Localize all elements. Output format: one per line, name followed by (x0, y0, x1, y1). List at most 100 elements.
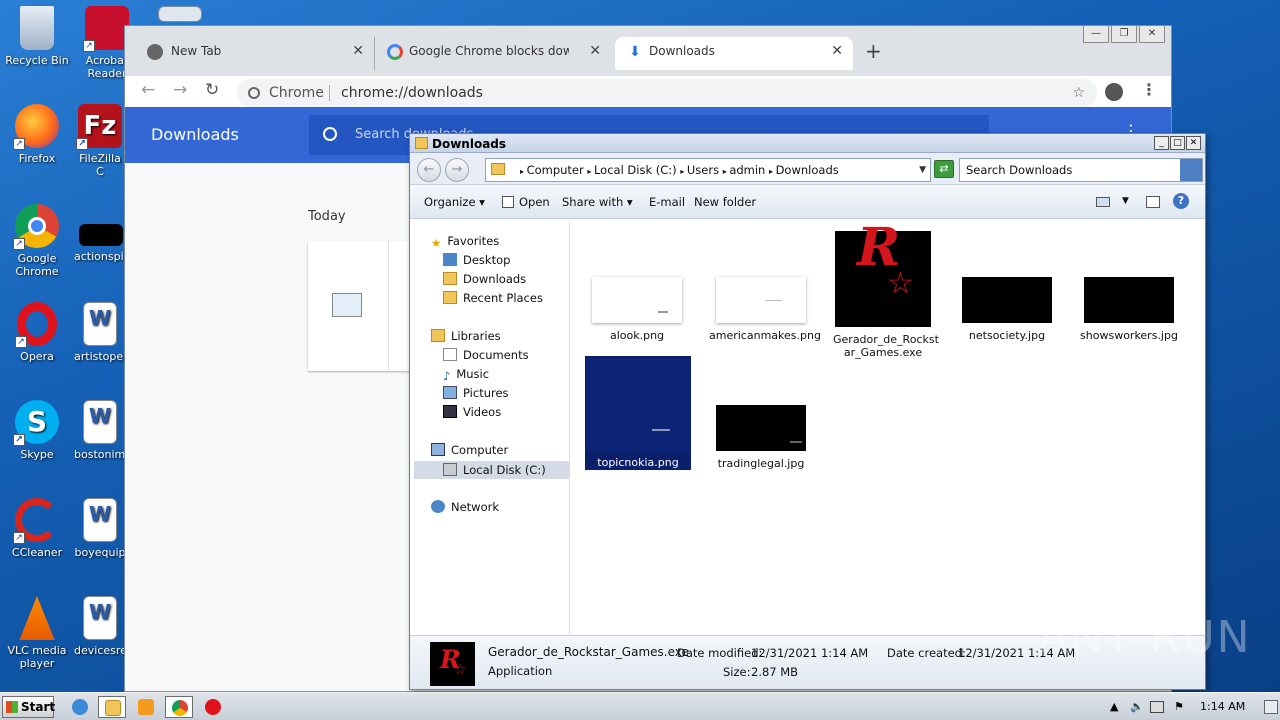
acrobat-icon: ↗ (83, 6, 129, 52)
close-tab-icon[interactable]: ✕ (352, 37, 364, 65)
vlc-icon (19, 596, 55, 640)
forward-button[interactable]: → (173, 80, 187, 100)
share-button[interactable]: Share with ▾ (562, 195, 633, 209)
minimize-button[interactable]: _ (1154, 136, 1169, 150)
search-icon[interactable] (1180, 159, 1202, 181)
nav-computer[interactable]: Computer (431, 443, 508, 457)
email-button[interactable]: E-mail (649, 195, 685, 209)
search-input[interactable]: Search Downloads (959, 158, 1203, 182)
desktop-icon-bostonimp[interactable]: W bostonimp (74, 400, 126, 461)
maximize-button[interactable]: □ (1170, 136, 1185, 150)
desktop-icon-boyequip[interactable]: W boyequip (74, 498, 126, 559)
file-item[interactable]: R ☆ Gerador_de_Rockst ar_Games.exe (833, 222, 939, 360)
libraries-icon (431, 329, 445, 342)
nav-music[interactable]: ♪ Music (443, 367, 489, 383)
desktop-icon-ccleaner[interactable]: ↗ CCleaner (0, 498, 74, 559)
skype-icon: S ↗ (13, 400, 59, 446)
nav-recent-places[interactable]: Recent Places (443, 291, 543, 305)
chrome-site-icon (248, 87, 260, 99)
downloads-folder-icon (443, 272, 457, 285)
tab-google-blocks[interactable]: Google Chrome blocks downloads - G ✕ (375, 37, 611, 70)
view-dropdown-icon[interactable]: ▼ (1122, 196, 1129, 206)
show-desktop-button[interactable] (1264, 700, 1278, 714)
file-item-selected[interactable]: topicnokia.png (585, 356, 691, 470)
desktop-icon-opera[interactable]: ↗ Opera (0, 302, 74, 363)
nav-downloads[interactable]: Downloads (443, 272, 526, 286)
omnibox[interactable]: Chrome chrome://downloads ☆ (237, 79, 1097, 107)
taskbar-media-player[interactable] (132, 696, 160, 718)
filezilla-icon: Fz ↗ (76, 104, 122, 150)
desktop-icon-skype[interactable]: S ↗ Skype (0, 400, 74, 461)
file-item[interactable]: tradinglegal.jpg (709, 405, 813, 470)
desktop-icon-vlc[interactable]: VLC media player (0, 596, 74, 670)
desktop-icon-filezilla[interactable]: Fz ↗ FileZilla C (74, 104, 126, 178)
nav-documents[interactable]: Documents (443, 348, 529, 362)
window-controls: _ □ ✕ (1154, 136, 1201, 150)
back-button[interactable]: ← (417, 158, 441, 182)
back-button[interactable]: ← (141, 80, 155, 100)
url-text: chrome://downloads (341, 85, 483, 101)
command-bar: Organize ▾ Open Share with ▾ E-mail New … (410, 185, 1205, 219)
network-icon (431, 500, 445, 513)
volume-icon[interactable]: 🔈 (1130, 700, 1144, 713)
file-item[interactable]: americanmakes.png (709, 277, 821, 342)
nav-videos[interactable]: Videos (443, 405, 501, 419)
section-heading: Today (308, 209, 346, 224)
nav-local-disk[interactable]: Local Disk (C:) (414, 461, 569, 479)
desktop-icon-actionspir[interactable]: actionspir (74, 204, 128, 263)
reload-button[interactable]: ↻ (205, 80, 219, 100)
taskbar-ie[interactable] (66, 696, 94, 718)
desktop-icon-devicesre[interactable]: W devicesre (74, 596, 126, 657)
word-doc-icon: W (83, 400, 117, 444)
forward-button[interactable]: → (445, 158, 469, 182)
bookmark-star-icon[interactable]: ☆ (1072, 79, 1085, 107)
menu-icon[interactable]: ⋮ (1141, 80, 1157, 99)
close-button[interactable]: ✕ (1186, 136, 1201, 150)
firefox-icon: ↗ (13, 104, 59, 150)
profile-icon[interactable] (1105, 83, 1123, 101)
organize-button[interactable]: Organize ▾ (424, 195, 485, 209)
open-button[interactable]: Open (502, 195, 550, 209)
file-size: 2.87 MB (751, 665, 799, 679)
help-icon[interactable]: ? (1173, 193, 1189, 209)
nav-network[interactable]: Network (431, 500, 499, 514)
explorer-window: Downloads _ □ ✕ ← → ▸ Computer ▸ Local D… (409, 133, 1206, 690)
maximize-button[interactable]: ❐ (1111, 26, 1137, 43)
taskbar-chrome[interactable] (165, 696, 193, 718)
new-tab-button[interactable]: + (865, 39, 882, 63)
file-item[interactable]: showsworkers.jpg (1079, 277, 1179, 342)
preview-pane-icon[interactable] (1146, 196, 1160, 208)
taskbar-explorer[interactable] (98, 696, 126, 718)
tab-downloads[interactable]: ⬇ Downloads ✕ (615, 37, 853, 70)
close-tab-icon[interactable]: ✕ (831, 37, 843, 65)
breadcrumb[interactable]: ▸ Computer ▸ Local Disk (C:) ▸ Users ▸ a… (485, 158, 931, 182)
desktop-icon-recycle-bin[interactable]: Recycle Bin (0, 6, 74, 67)
desktop-icon-firefox[interactable]: ↗ Firefox (0, 104, 74, 165)
close-button[interactable]: ✕ (1139, 26, 1165, 43)
tray-expand-icon[interactable]: ▲ (1110, 700, 1118, 713)
videos-icon (443, 405, 457, 418)
flag-icon[interactable]: ⚑ (1174, 700, 1184, 713)
tab-new-tab[interactable]: New Tab ✕ (135, 37, 375, 70)
view-icon[interactable] (1096, 197, 1110, 207)
nav-desktop[interactable]: Desktop (443, 253, 510, 267)
system-tray: ▲ 🔈 ⚑ 1:14 AM (1104, 693, 1280, 720)
clock[interactable]: 1:14 AM (1200, 700, 1245, 713)
close-tab-icon[interactable]: ✕ (589, 37, 601, 65)
file-item[interactable]: netsociety.jpg (959, 277, 1055, 342)
word-doc-icon: W (83, 302, 117, 346)
nav-favorites[interactable]: ★ Favorites (431, 234, 499, 250)
minimize-button[interactable]: — (1083, 26, 1109, 43)
network-tray-icon[interactable] (1150, 701, 1164, 713)
nav-pictures[interactable]: Pictures (443, 386, 509, 400)
taskbar-opera[interactable] (199, 696, 227, 718)
chevron-down-icon[interactable]: ▼ (919, 159, 926, 181)
desktop-icon-chrome[interactable]: ↗ Google Chrome (0, 204, 74, 278)
nav-libraries[interactable]: Libraries (431, 329, 501, 343)
refresh-button[interactable]: ⇄ (934, 160, 954, 178)
desktop-icon-partial[interactable] (150, 6, 210, 26)
file-item[interactable]: alook.png (589, 277, 685, 342)
start-button[interactable]: Start (2, 696, 55, 718)
new-folder-button[interactable]: New folder (694, 195, 756, 209)
desktop-icon-artistoper[interactable]: W artistoper (74, 302, 126, 363)
